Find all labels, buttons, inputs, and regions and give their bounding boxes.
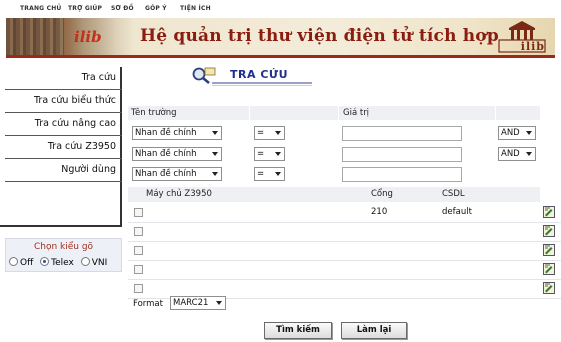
edit-icon[interactable] <box>543 206 555 218</box>
value-input[interactable] <box>342 167 462 182</box>
banner: ilib Hệ quản trị thư viện điện tử tích h… <box>6 18 555 58</box>
server-checkbox[interactable] <box>134 227 143 236</box>
nav-home[interactable]: TRANG CHỦ <box>20 5 62 12</box>
edit-icon[interactable] <box>543 225 555 237</box>
edit-icon[interactable] <box>543 244 555 256</box>
top-nav: TRANG CHỦ TRỢ GIÚP SƠ ĐỒ GÓP Ý TIỆN ÍCH <box>0 0 561 18</box>
table-row <box>128 261 561 280</box>
edit-icon[interactable] <box>543 263 555 275</box>
chevron-down-icon <box>526 152 532 156</box>
sidebar-item-expression-search[interactable]: Tra cứu biểu thức <box>5 90 122 113</box>
nav-utilities[interactable]: TIỆN ÍCH <box>180 5 211 12</box>
nav-sitemap[interactable]: SƠ ĐỒ <box>111 5 134 12</box>
reset-button[interactable]: Làm lại <box>341 322 407 339</box>
format-label: Format <box>133 299 163 309</box>
sidebar-item-z3950-search[interactable]: Tra cứu Z3950 <box>5 136 122 159</box>
radio-telex[interactable] <box>40 257 50 266</box>
search-button[interactable]: Tìm kiếm <box>264 322 332 339</box>
page-title: TRA CỨU <box>230 68 289 81</box>
operator-select[interactable]: = <box>254 126 285 140</box>
server-checkbox[interactable] <box>134 208 143 217</box>
radio-vni-label: VNI <box>91 258 108 268</box>
table-row: 210 default <box>128 204 561 223</box>
radio-vni[interactable] <box>80 257 90 266</box>
server-db: default <box>442 207 472 217</box>
bool-select[interactable]: AND <box>498 126 536 140</box>
radio-telex-label: Telex <box>51 258 74 268</box>
sidebar-item-user[interactable]: Người dùng <box>5 159 122 182</box>
header-value: Giá trị <box>343 108 370 118</box>
edit-icon[interactable] <box>543 282 555 294</box>
chevron-down-icon <box>275 152 281 156</box>
table-row <box>128 242 561 261</box>
sidebar-item-advanced-search[interactable]: Tra cứu nâng cao <box>5 113 122 136</box>
sidebar: Tra cứu Tra cứu biểu thức Tra cứu nâng c… <box>5 67 122 182</box>
chevron-down-icon <box>275 172 281 176</box>
field-select[interactable]: Nhan đề chính <box>132 167 222 181</box>
table-row <box>128 223 561 242</box>
header-field: Tên trường <box>131 108 177 118</box>
format-select[interactable]: MARC21 <box>170 296 226 310</box>
value-input[interactable] <box>342 147 462 162</box>
operator-select[interactable]: = <box>254 167 285 181</box>
chevron-down-icon <box>212 131 218 135</box>
radio-off-label: Off <box>20 258 34 268</box>
chevron-down-icon <box>275 131 281 135</box>
chevron-down-icon <box>212 152 218 156</box>
server-table-header: Máy chủ Z3950 Cổng CSDL <box>128 187 540 202</box>
typing-mode-label: Chọn kiểu gõ <box>33 242 94 252</box>
logo-text: ilib <box>520 40 545 53</box>
nav-help[interactable]: TRỢ GIÚP <box>68 5 102 12</box>
field-select[interactable]: Nhan đề chính <box>132 126 222 140</box>
header-host: Máy chủ Z3950 <box>146 189 212 199</box>
chevron-down-icon <box>526 131 532 135</box>
chevron-down-icon <box>216 301 222 305</box>
radio-off[interactable] <box>9 257 18 266</box>
value-input[interactable] <box>342 126 462 141</box>
bool-select[interactable]: AND <box>498 147 536 161</box>
banner-title: Hệ quản trị thư viện điện tử tích hợp <box>140 26 499 46</box>
criteria-header: Tên trường Giá trị <box>128 106 540 120</box>
server-checkbox[interactable] <box>134 265 143 274</box>
chevron-down-icon <box>212 172 218 176</box>
server-checkbox[interactable] <box>134 284 143 293</box>
nav-feedback[interactable]: GÓP Ý <box>145 5 167 12</box>
header-port: Cổng <box>371 189 393 199</box>
brand-small: ilib <box>74 28 102 46</box>
banner-photo <box>6 18 64 55</box>
typing-mode-box: Chọn kiểu gõ Off Telex VNI <box>5 238 122 272</box>
field-select[interactable]: Nhan đề chính <box>132 147 222 161</box>
server-port: 210 <box>371 207 388 217</box>
server-checkbox[interactable] <box>134 246 143 255</box>
operator-select[interactable]: = <box>254 147 285 161</box>
sidebar-item-search[interactable]: Tra cứu <box>5 67 122 90</box>
header-db: CSDL <box>442 189 465 199</box>
